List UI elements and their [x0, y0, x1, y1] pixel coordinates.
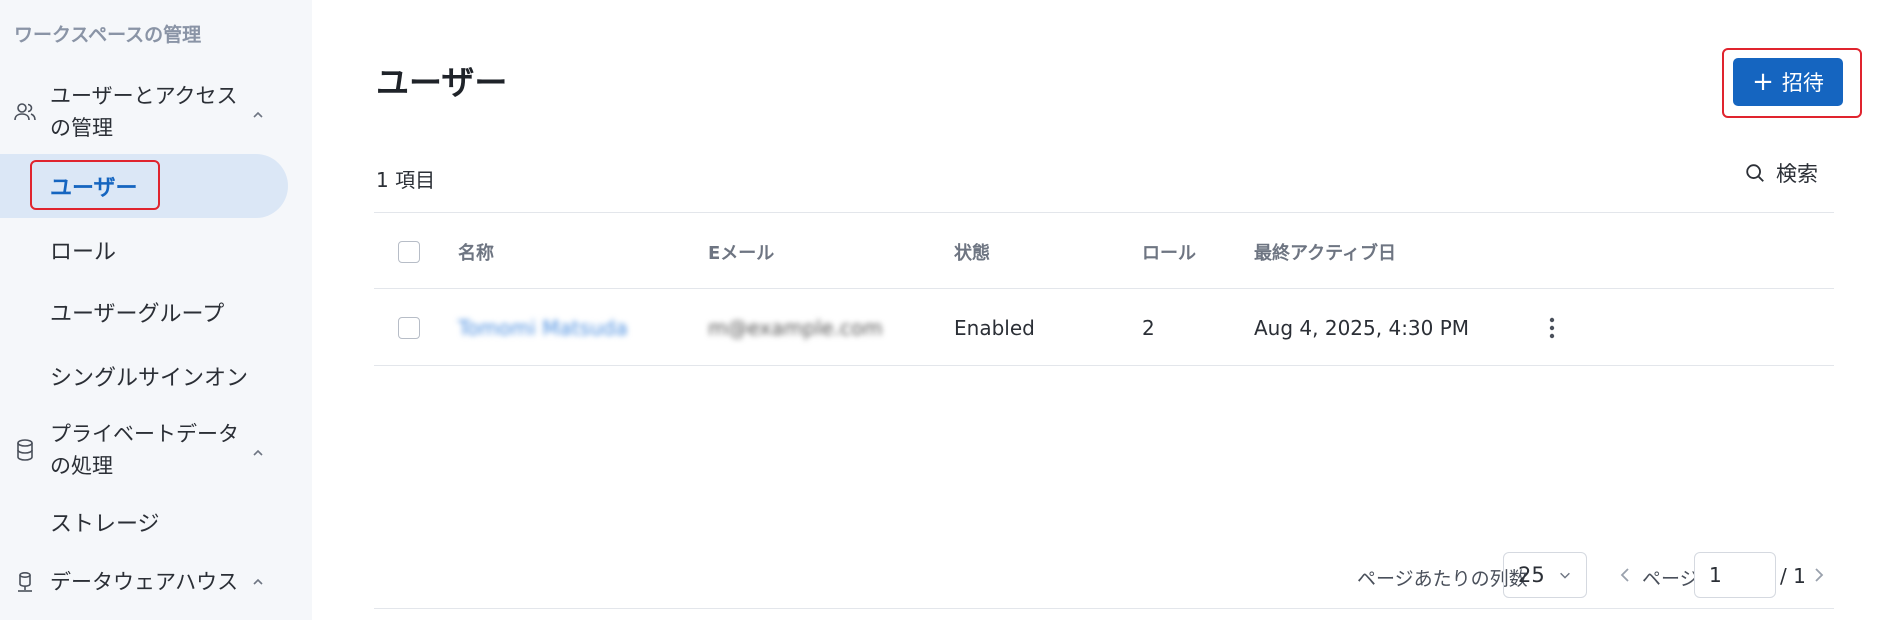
- item-count: 1 項目: [376, 168, 436, 192]
- divider: [374, 608, 1834, 609]
- row-select-cell: [398, 289, 420, 366]
- invite-button[interactable]: + 招待: [1733, 58, 1843, 106]
- select-all-checkbox[interactable]: [398, 240, 420, 263]
- sidebar-item-user-groups[interactable]: ユーザーグループ: [0, 280, 288, 344]
- search-label: 検索: [1776, 162, 1818, 186]
- page-total: / 1: [1780, 564, 1806, 588]
- sidebar-item-label: シングルサインオン: [50, 366, 249, 391]
- chevron-up-icon[interactable]: [250, 574, 266, 590]
- user-email: m@example.com: [708, 315, 883, 340]
- page-label: ページ: [1642, 568, 1699, 590]
- nav-group-users-access[interactable]: ユーザーとアクセス の管理: [0, 80, 312, 150]
- highlight-box-users: [30, 160, 160, 210]
- next-page-icon[interactable]: [1812, 566, 1826, 584]
- search-icon: [1746, 164, 1764, 182]
- column-header-role[interactable]: ロール: [1142, 213, 1196, 290]
- nav-group-label: の処理: [50, 454, 113, 478]
- users-icon: [14, 103, 36, 121]
- chevron-up-icon[interactable]: [250, 445, 266, 461]
- pagination-bar: ページあたりの列数 25 ページ / 1: [312, 552, 1896, 600]
- nav-group-label: の管理: [50, 116, 113, 140]
- column-header-status[interactable]: 状態: [954, 213, 990, 290]
- prev-page-icon[interactable]: [1618, 566, 1632, 584]
- search-button[interactable]: 検索: [1744, 158, 1818, 188]
- more-vertical-icon: [1549, 317, 1555, 338]
- sidebar: ワークスペースの管理 ユーザーとアクセス の管理 ユーザー ロール ユーザーグル…: [0, 0, 312, 620]
- user-status: Enabled: [954, 315, 1035, 340]
- sidebar-item-roles[interactable]: ロール: [0, 218, 288, 282]
- table-row: Tomomi Matsuda m@example.com Enabled 2 A…: [374, 289, 1834, 366]
- user-role-count: 2: [1142, 315, 1155, 340]
- nav-group-label: データウェアハウス: [50, 570, 239, 594]
- workspace-title: ワークスペースの管理: [14, 24, 202, 46]
- sidebar-item-label: ストレージ: [50, 512, 160, 537]
- plus-icon: +: [1752, 67, 1774, 97]
- sidebar-item-sso[interactable]: シングルサインオン: [0, 344, 288, 408]
- table-header-row: 名称 Eメール 状態 ロール 最終アクティブ日: [374, 212, 1834, 289]
- column-header-last-active[interactable]: 最終アクティブ日: [1254, 213, 1396, 290]
- sidebar-item-storage[interactable]: ストレージ: [0, 490, 288, 554]
- sidebar-item-label: ユーザーグループ: [50, 302, 225, 327]
- rows-per-page-select[interactable]: 25: [1503, 552, 1587, 598]
- nav-group-data-warehouse[interactable]: データウェアハウス: [0, 566, 312, 606]
- chevron-up-icon[interactable]: [250, 107, 266, 123]
- chevron-down-icon: [1560, 572, 1570, 579]
- select-all-cell: [398, 213, 420, 290]
- nav-group-label: ユーザーとアクセス: [50, 84, 238, 108]
- row-checkbox[interactable]: [398, 316, 420, 339]
- user-last-active: Aug 4, 2025, 4:30 PM: [1254, 315, 1470, 340]
- nav-group-label: プライベートデータ: [50, 422, 239, 446]
- users-table: 名称 Eメール 状態 ロール 最終アクティブ日 Tomomi Matsuda m…: [374, 212, 1834, 366]
- nav-group-private-data[interactable]: プライベートデータ の処理: [0, 418, 312, 488]
- user-name-link[interactable]: Tomomi Matsuda: [458, 289, 628, 366]
- invite-label: 招待: [1781, 71, 1824, 95]
- column-header-email[interactable]: Eメール: [708, 213, 774, 290]
- column-header-name[interactable]: 名称: [458, 213, 494, 290]
- row-actions-button[interactable]: [1542, 289, 1562, 366]
- sidebar-item-label: ロール: [50, 240, 117, 265]
- rows-per-page-value: 25: [1518, 563, 1545, 587]
- warehouse-icon: [18, 571, 32, 592]
- page-number-input[interactable]: [1694, 552, 1776, 598]
- main-content: ユーザー + 招待 1 項目 検索 名称 Eメール 状態 ロール 最終アクティブ…: [312, 0, 1896, 620]
- page-title: ユーザー: [376, 63, 508, 102]
- database-icon: [17, 439, 33, 461]
